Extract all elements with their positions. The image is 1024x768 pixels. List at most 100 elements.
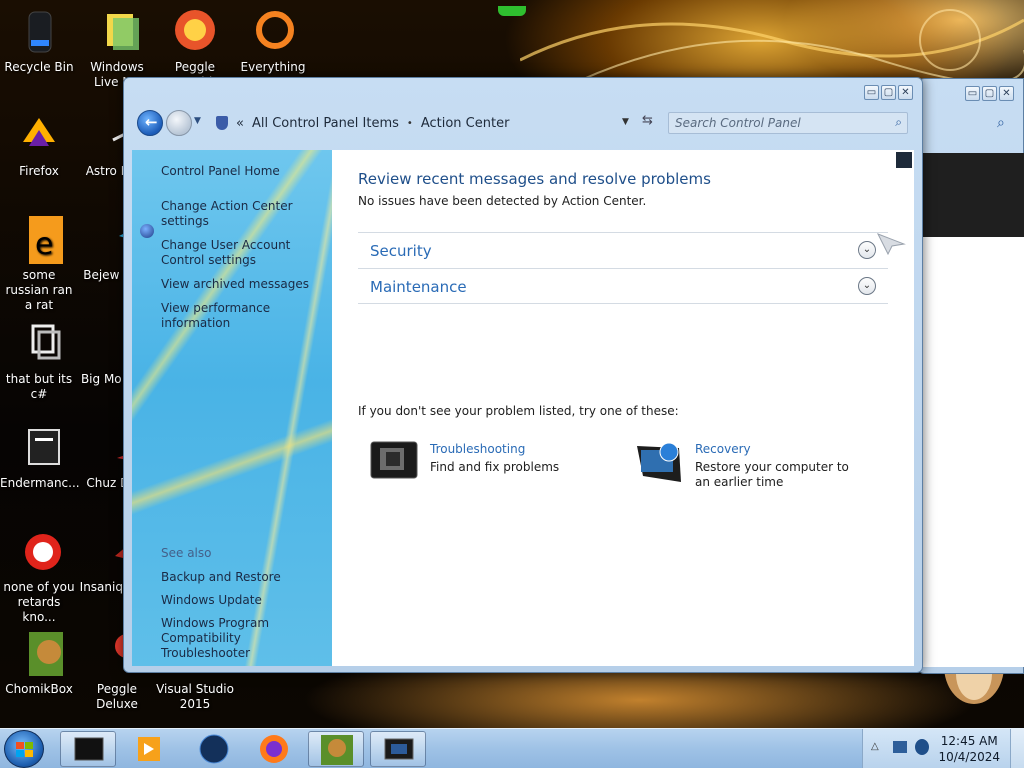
network-icon[interactable] — [893, 741, 907, 753]
desktop-icon-label: Firefox — [19, 164, 59, 178]
windows-live-mail-icon — [93, 8, 141, 56]
see-also-heading: See also — [161, 546, 212, 560]
troubleshoot-hint: If you don't see your problem listed, tr… — [358, 404, 679, 418]
chevron-down-icon[interactable]: ⌄ — [858, 241, 876, 259]
background-window-content — [919, 237, 1024, 667]
sidebar-item-view-performance-information[interactable]: View performance information — [161, 301, 332, 331]
show-desktop-button[interactable] — [1010, 729, 1024, 768]
maintenance-section[interactable]: Maintenance ⌄ — [358, 268, 888, 304]
desktop-icon-chomikbox[interactable]: ChomikBox — [0, 630, 78, 697]
search-placeholder: Search Control Panel — [675, 116, 801, 130]
maintenance-section-title[interactable]: Maintenance — [370, 278, 467, 296]
media-player-icon — [138, 737, 160, 761]
troubleshooting-link[interactable]: Troubleshooting — [430, 442, 525, 456]
desktop-icon-everything[interactable]: Everything — [234, 8, 312, 75]
see-also-program-compatibility-troubleshooter[interactable]: Windows Program Compatibility Troublesho… — [161, 616, 331, 661]
chomikbox-icon — [15, 630, 75, 678]
taskbar: △ 12:45 AM 10/4/2024 — [0, 728, 1024, 768]
desktop-icon-label: Visual Studio 2015 — [156, 682, 234, 711]
desktop-icon-none-of-you[interactable]: none of you retards kno... — [0, 528, 78, 625]
taskbar-control-panel-button[interactable] — [370, 731, 426, 767]
forward-button[interactable] — [166, 110, 192, 136]
chomikbox-icon — [321, 735, 353, 765]
desktop-icon-firefox[interactable]: Firefox — [0, 112, 78, 179]
troubleshooting-icon — [370, 441, 418, 479]
peggle-world-icon — [171, 8, 219, 56]
desktop-icon-label: none of you retards kno... — [3, 580, 75, 624]
sidebar-item-view-archived-messages[interactable]: View archived messages — [161, 277, 332, 292]
search-icon[interactable]: ⌕ — [997, 115, 1005, 131]
start-button[interactable] — [4, 730, 44, 768]
breadcrumb-action-center[interactable]: Action Center — [421, 116, 510, 131]
recovery-icon — [637, 442, 681, 482]
desktop-icon-endermanch[interactable]: Endermanc... — [0, 424, 80, 491]
green-indicator — [498, 6, 526, 16]
desktop-icon-label: Everything — [240, 60, 306, 74]
sidebar-item-change-action-center-settings[interactable]: Change Action Center settings — [161, 199, 332, 229]
clock[interactable]: 12:45 AM 10/4/2024 — [938, 733, 1000, 765]
recycle-bin-icon — [15, 8, 63, 56]
troubleshooting-description: Find and fix problems — [430, 460, 560, 474]
desktop-icon-russian-rat[interactable]: e some russian ran a rat — [0, 216, 78, 313]
explorer-window-icon — [74, 737, 104, 761]
minimize-button[interactable]: ▭ — [965, 86, 980, 101]
everything-search-icon — [249, 8, 297, 56]
taskbar-explorer-button[interactable] — [60, 731, 116, 767]
notification-area: △ 12:45 AM 10/4/2024 — [862, 729, 1024, 768]
recovery-link[interactable]: Recovery — [695, 442, 751, 456]
desktop-icon-label: Recycle Bin — [4, 60, 74, 74]
show-hidden-icons-icon[interactable]: △ — [871, 741, 879, 752]
taskbar-globe-button[interactable] — [186, 731, 242, 767]
windows-start-icon — [16, 742, 33, 757]
recent-pages-dropdown-icon[interactable]: ▼ — [194, 116, 201, 126]
breadcrumb: « All Control Panel Items • Action Cente… — [216, 112, 509, 134]
chevron-down-icon[interactable]: ⌄ — [858, 277, 876, 295]
background-window-toolbar — [919, 153, 1024, 237]
desktop-icon-label: ChomikBox — [5, 682, 73, 696]
background-window[interactable]: ▭ ▢ ✕ ⌕ — [918, 78, 1024, 674]
minimize-button[interactable]: ▭ — [864, 85, 879, 100]
close-button[interactable]: ✕ — [999, 86, 1014, 101]
sidebar-item-control-panel-home[interactable]: Control Panel Home — [161, 164, 332, 179]
volume-icon[interactable] — [915, 739, 929, 755]
shield-icon — [216, 116, 228, 130]
breadcrumb-overflow[interactable]: « — [236, 116, 244, 131]
main-content: Review recent messages and resolve probl… — [332, 150, 914, 666]
recovery-description: Restore your computer to an earlier time — [695, 460, 849, 489]
desktop-icon-label: Peggle Deluxe — [96, 682, 138, 711]
app-icon — [15, 528, 63, 576]
see-also-backup-and-restore[interactable]: Backup and Restore — [161, 570, 281, 585]
desktop-icon-recycle-bin[interactable]: Recycle Bin — [0, 8, 78, 75]
page-title: Review recent messages and resolve probl… — [358, 170, 711, 188]
action-center-window[interactable]: ▭ ▢ ✕ ← ▼ « All Control Panel Items • Ac… — [123, 77, 923, 673]
maximize-button[interactable]: ▢ — [982, 86, 997, 101]
security-section[interactable]: Security ⌄ — [358, 232, 888, 268]
desktop-icon-label: that but its c# — [5, 372, 73, 401]
uac-shield-icon — [140, 224, 154, 238]
desktop-icon-label: some russian ran a rat — [5, 268, 73, 312]
help-icon[interactable] — [896, 152, 912, 168]
desktop-icon-label: Endermanc... — [0, 476, 80, 490]
firefox-icon — [260, 735, 288, 763]
security-section-title[interactable]: Security — [370, 242, 432, 260]
breadcrumb-all-control-panel-items[interactable]: All Control Panel Items — [252, 116, 399, 131]
desktop-icon-that-but-csharp[interactable]: that but its c# — [0, 320, 78, 402]
address-dropdown-icon[interactable]: ▼ — [622, 117, 629, 127]
sidebar-item-change-uac-settings[interactable]: Change User Account Control settings — [161, 238, 331, 268]
pointer-arrow-icon — [876, 233, 906, 256]
clock-date: 10/4/2024 — [938, 750, 1000, 764]
maximize-button[interactable]: ▢ — [881, 85, 896, 100]
see-also-windows-update[interactable]: Windows Update — [161, 593, 262, 608]
back-arrow-icon: ← — [145, 113, 158, 131]
breadcrumb-separator[interactable]: • — [407, 118, 413, 129]
shortcut-icon: e — [15, 216, 63, 264]
taskbar-firefox-button[interactable] — [246, 731, 302, 767]
search-input[interactable]: Search Control Panel ⌕ — [668, 112, 908, 134]
close-button[interactable]: ✕ — [898, 85, 913, 100]
taskbar-media-player-button[interactable] — [122, 731, 178, 767]
search-icon[interactable]: ⌕ — [895, 115, 902, 130]
back-button[interactable]: ← — [137, 110, 163, 136]
taskbar-chomikbox-button[interactable] — [308, 731, 364, 767]
refresh-icon[interactable]: ⇆ — [642, 113, 653, 128]
firefox-icon — [15, 112, 63, 160]
